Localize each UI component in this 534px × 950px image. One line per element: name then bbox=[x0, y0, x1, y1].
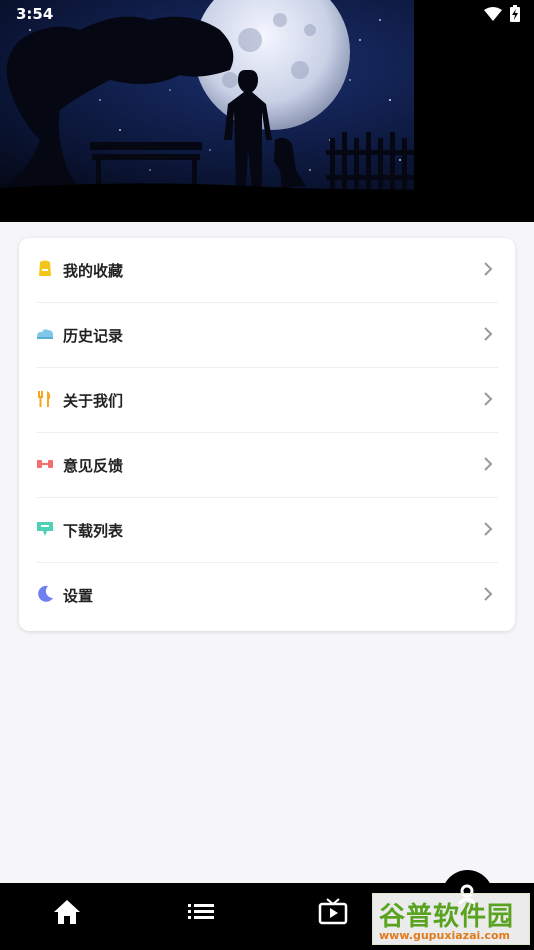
watermark-url: www.gupuxiazai.com bbox=[379, 929, 510, 942]
status-bar: 3:54 bbox=[0, 0, 534, 28]
chevron-right-icon bbox=[484, 457, 493, 471]
status-icons bbox=[484, 5, 520, 22]
watermark: 谷普软件园 www.gupuxiazai.com bbox=[372, 893, 530, 945]
utensils-icon bbox=[38, 391, 51, 407]
dumbbell-icon bbox=[37, 460, 53, 468]
chevron-right-icon bbox=[484, 327, 493, 341]
bookmark-icon bbox=[39, 260, 51, 276]
download-icon bbox=[37, 522, 53, 536]
wifi-icon bbox=[484, 6, 502, 21]
chevron-right-icon bbox=[484, 262, 493, 276]
menu-item-downloads[interactable]: 下载列表 bbox=[19, 498, 515, 563]
chevron-right-icon bbox=[484, 587, 493, 601]
menu-item-history[interactable]: 历史记录 bbox=[19, 303, 515, 368]
hero-banner bbox=[0, 0, 534, 222]
menu-item-label: 关于我们 bbox=[63, 392, 124, 410]
menu-item-settings[interactable]: 设置 bbox=[19, 563, 515, 628]
chevron-right-icon bbox=[484, 392, 493, 406]
menu-card: 我的收藏 历史记录 关于我们 意见反馈 下载列表 设置 bbox=[19, 238, 515, 631]
moon-icon bbox=[38, 585, 53, 602]
battery-charging-icon bbox=[510, 5, 520, 22]
menu-item-label: 我的收藏 bbox=[63, 262, 124, 280]
menu-item-label: 设置 bbox=[63, 587, 94, 605]
chevron-right-icon bbox=[484, 522, 493, 536]
watermark-title: 谷普软件园 bbox=[379, 902, 515, 932]
menu-item-about[interactable]: 关于我们 bbox=[19, 368, 515, 433]
history-cloud-icon bbox=[37, 329, 53, 339]
home-icon[interactable] bbox=[52, 897, 82, 927]
menu-item-label: 下载列表 bbox=[63, 522, 124, 540]
list-icon[interactable] bbox=[186, 897, 216, 927]
menu-item-label: 历史记录 bbox=[63, 327, 124, 345]
menu-item-favorites[interactable]: 我的收藏 bbox=[19, 238, 515, 303]
status-time: 3:54 bbox=[16, 5, 54, 23]
tv-icon[interactable] bbox=[318, 897, 348, 927]
menu-item-label: 意见反馈 bbox=[63, 457, 124, 475]
menu-item-feedback[interactable]: 意见反馈 bbox=[19, 433, 515, 498]
